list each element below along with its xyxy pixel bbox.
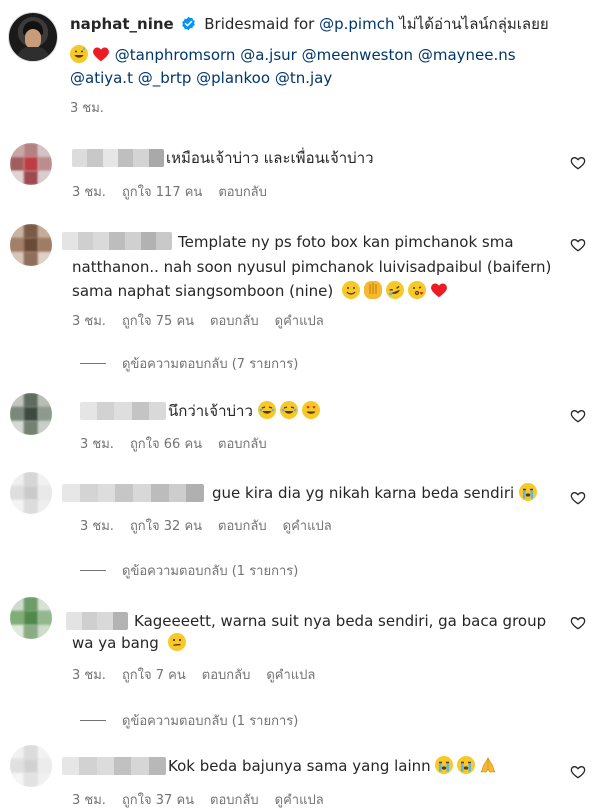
comment-timestamp: 3 ชม. xyxy=(72,185,106,200)
caption-mention[interactable]: @a.jsur xyxy=(240,46,297,64)
heart-outline-icon[interactable] xyxy=(570,155,586,171)
heart-eyes-emoji-icon xyxy=(301,401,320,419)
post-author-avatar[interactable] xyxy=(8,12,58,62)
caption-mention[interactable]: @tn.jay xyxy=(275,69,332,87)
heart-outline-icon[interactable] xyxy=(570,408,586,424)
comment-avatar[interactable] xyxy=(10,224,52,266)
view-replies-label: ดูข้อความตอบกลับ (1 รายการ) xyxy=(122,714,299,729)
replies-divider xyxy=(80,720,106,721)
reply-button[interactable]: ตอบกลับ xyxy=(202,664,251,685)
caption-thai: ไม่ได้อ่านไลน์กลุ่มเลยย xyxy=(399,15,549,33)
view-replies-label: ดูข้อความตอบกลับ (1 รายการ) xyxy=(122,564,299,579)
comment-timestamp: 3 ชม. xyxy=(80,519,114,534)
comment-text: gue kira dia yg nikah karna beda sendiri xyxy=(212,484,515,502)
loudly-crying-emoji-icon xyxy=(518,483,537,501)
reply-button[interactable]: ตอบกลับ xyxy=(210,789,259,810)
comment-avatar[interactable] xyxy=(10,393,52,435)
comment-username-redacted[interactable] xyxy=(80,402,166,420)
reply-button[interactable]: ตอบกลับ xyxy=(218,515,267,536)
comment-timestamp: 3 ชม. xyxy=(72,793,106,808)
view-replies-button[interactable]: ดูข้อความตอบกลับ (1 รายการ) xyxy=(80,710,298,731)
comment-like-count[interactable]: ถูกใจ 7 คน xyxy=(122,664,186,685)
comment-timestamp: 3 ชม. xyxy=(72,314,106,329)
kissing-emoji-icon xyxy=(408,281,426,299)
comment-username-redacted[interactable] xyxy=(62,232,172,250)
view-replies-button[interactable]: ดูข้อความตอบกลับ (1 รายการ) xyxy=(80,560,298,581)
comment-username-redacted[interactable] xyxy=(72,149,164,167)
comment-timestamp: 3 ชม. xyxy=(80,437,114,452)
caption-mention[interactable]: @meenweston xyxy=(302,46,413,64)
smiling-emoji-icon xyxy=(342,281,360,299)
comment-text: wa ya bang xyxy=(72,634,159,652)
caption-mention[interactable]: @tanphromsorn xyxy=(115,46,236,64)
comment-avatar[interactable] xyxy=(10,597,52,639)
comment-avatar[interactable] xyxy=(10,472,52,514)
caption-mention[interactable]: @_brtp xyxy=(138,69,192,87)
grinning-sweat-emoji-icon xyxy=(70,45,88,63)
caption-prefix: Bridesmaid for xyxy=(204,15,315,33)
see-translation-button[interactable]: ดูคำแปล xyxy=(283,515,332,536)
caption-mention[interactable]: @plankoo xyxy=(196,69,270,87)
heart-outline-icon[interactable] xyxy=(570,615,586,631)
comment-like-count[interactable]: ถูกใจ 37 คน xyxy=(122,789,194,810)
red-heart-emoji-icon xyxy=(92,46,110,68)
comment-like-count[interactable]: ถูกใจ 75 คน xyxy=(122,310,194,331)
see-translation-button[interactable]: ดูคำแปล xyxy=(275,789,324,810)
comment-text: Template ny ps foto box kan pimchanok sm… xyxy=(178,233,514,251)
post-timestamp: 3 ชม. xyxy=(70,101,104,116)
comment-text: natthanon.. nah soon nyusul pimchanok lu… xyxy=(72,258,552,276)
comment-avatar[interactable] xyxy=(10,143,52,185)
comment-username-redacted[interactable] xyxy=(62,484,204,502)
red-heart-emoji-icon xyxy=(430,282,448,304)
loudly-crying-emoji-icon xyxy=(457,756,476,774)
reply-button[interactable]: ตอบกลับ xyxy=(218,181,267,202)
comment-text: Kageeeett, warna suit nya beda sendiri, … xyxy=(134,612,547,630)
heart-outline-icon[interactable] xyxy=(570,490,586,506)
view-replies-button[interactable]: ดูข้อความตอบกลับ (7 รายการ) xyxy=(80,353,298,374)
comment-text: นึกว่าเจ้าบ่าว xyxy=(168,402,253,420)
replies-divider xyxy=(80,570,106,571)
caption-mention[interactable]: @atiya.t xyxy=(70,69,133,87)
loudly-crying-emoji-icon xyxy=(435,756,454,774)
comment-like-count[interactable]: ถูกใจ 32 คน xyxy=(130,515,202,536)
comment-username-redacted[interactable] xyxy=(62,757,166,775)
caption-mention-main[interactable]: @p.pimch xyxy=(319,15,394,33)
reply-button[interactable]: ตอบกลับ xyxy=(218,433,267,454)
laughing-tears-emoji-icon xyxy=(279,401,298,419)
comment-timestamp: 3 ชม. xyxy=(72,668,106,683)
confused-emoji-icon xyxy=(167,633,186,651)
post-username[interactable]: naphat_nine xyxy=(70,15,174,33)
reply-button[interactable]: ตอบกลับ xyxy=(210,310,259,331)
heart-outline-icon[interactable] xyxy=(570,764,586,780)
see-translation-button[interactable]: ดูคำแปล xyxy=(275,310,324,331)
folded-hands-emoji-icon xyxy=(479,756,497,774)
replies-divider xyxy=(80,363,106,364)
view-replies-label: ดูข้อความตอบกลับ (7 รายการ) xyxy=(122,357,299,372)
see-translation-button[interactable]: ดูคำแปล xyxy=(266,664,315,685)
clapping-emoji-icon xyxy=(364,281,382,299)
laughing-tears-emoji-icon xyxy=(257,401,276,419)
comment-text: เหมือนเจ้าบ่าว และเพื่อนเจ้าบ่าว xyxy=(166,149,374,167)
comment-text: sama naphat siangsomboon (nine) xyxy=(72,282,334,300)
comment-avatar[interactable] xyxy=(10,745,52,787)
comment-username-redacted[interactable] xyxy=(66,612,128,630)
heart-outline-icon[interactable] xyxy=(570,237,586,253)
verified-badge-icon xyxy=(181,15,196,31)
comment-text: Kok beda bajunya sama yang lainn xyxy=(168,757,431,775)
caption-mention[interactable]: @maynee.ns xyxy=(418,46,516,64)
comment-like-count[interactable]: ถูกใจ 66 คน xyxy=(130,433,202,454)
comment-like-count[interactable]: ถูกใจ 117 คน xyxy=(122,181,202,202)
rolling-laughing-emoji-icon xyxy=(383,278,407,302)
